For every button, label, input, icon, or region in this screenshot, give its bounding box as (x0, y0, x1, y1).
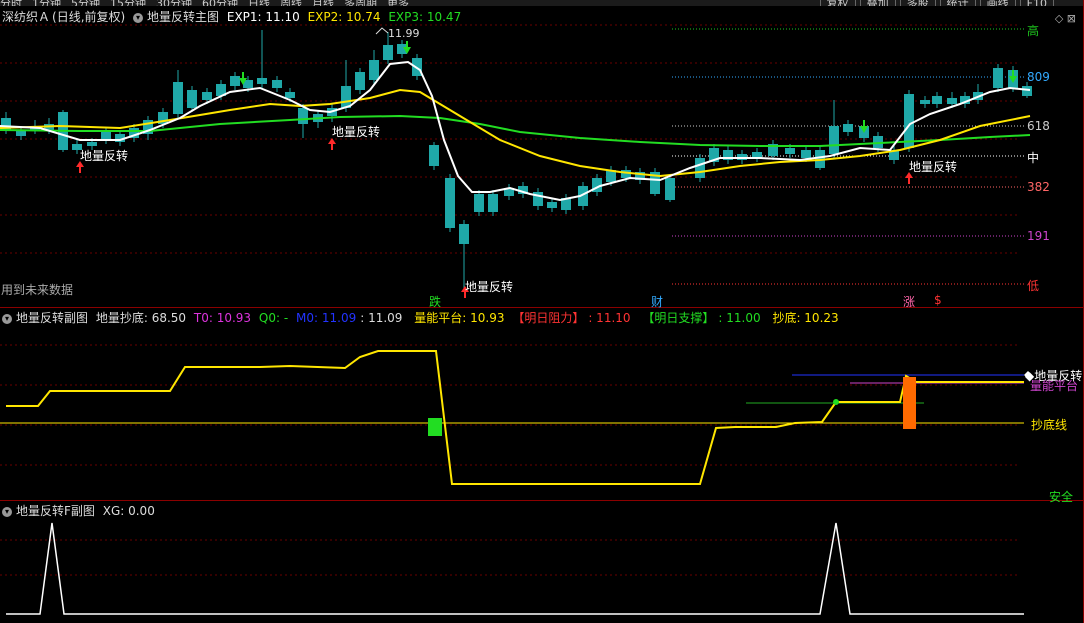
candle-body (843, 124, 853, 132)
fib-level-low: 低 (1027, 279, 1040, 293)
candle-body (904, 94, 914, 148)
fib-level-382: 382 (1027, 180, 1050, 194)
chart-window-controls[interactable]: ◇ ⊠ (1055, 12, 1076, 25)
ma-yellow-line (0, 88, 1031, 178)
platform-value: 量能平台: 10.93 (414, 311, 505, 325)
xg-line (6, 522, 1024, 615)
candle-body (920, 100, 930, 104)
candle-body (383, 45, 393, 60)
candle-body (429, 145, 439, 166)
bottom-value: 抄底: 10.23 (772, 311, 839, 325)
high-price-label: 11.99 (388, 27, 420, 40)
marker-zhang[interactable]: 涨 (903, 293, 915, 310)
signal-label: 地量反转 (80, 149, 129, 163)
high-price-pointer (375, 27, 389, 35)
signal-label: 地量反转 (465, 280, 514, 294)
candle-body (173, 82, 183, 114)
dlcd-line (6, 350, 1024, 485)
main-chart-header: 深纺织Ａ (日线,前复权) ▾ 地量反转主图 EXP1: 11.10 EXP2: 1… (2, 10, 465, 24)
candle-body (932, 96, 942, 104)
exp3-value: EXP3: 10.47 (388, 10, 462, 24)
candle-body (459, 224, 469, 244)
sub1-indicator-name[interactable]: 地量反转副图 (16, 311, 88, 325)
candle-body (947, 98, 957, 104)
candle-body (829, 126, 839, 154)
indicator-menu-icon[interactable]: ▾ (2, 506, 12, 517)
sub1-bottom-line-label: 抄底线 (1031, 418, 1068, 432)
candle-body (665, 178, 675, 200)
candle-body (87, 142, 97, 146)
candle-body (187, 90, 197, 108)
exp1-value: EXP1: 11.10 (226, 10, 300, 24)
fib-level-high: 高 (1027, 24, 1040, 38)
sub1-platform-label: 量能平台 (1030, 379, 1079, 393)
candle-body (488, 194, 498, 212)
future-data-note: 用到未来数据 (1, 283, 74, 297)
signal-label: 地量反转 (332, 125, 381, 139)
candle-body (695, 158, 705, 178)
candle-body (474, 194, 484, 212)
candle-body (801, 150, 811, 158)
support-value: 【明日支撑】: 11.00 (642, 311, 761, 325)
indicator-menu-icon[interactable]: ▾ (2, 313, 12, 324)
exp2-value: EXP2: 10.74 (307, 10, 381, 24)
candle-body (785, 148, 795, 154)
candle-body (285, 92, 295, 98)
candle-body (1022, 86, 1032, 96)
m0-value: M0: 11.09: 11.09 (296, 311, 403, 325)
marker-die[interactable]: 跌 (429, 293, 441, 310)
candle-body (445, 178, 455, 228)
fib-level-618: 618 (1027, 119, 1050, 133)
candle-body (272, 80, 282, 88)
t0-value: T0: 10.93 (193, 311, 252, 325)
candle-body (369, 60, 379, 80)
signal-label: 地量反转 (909, 160, 958, 174)
sub2-header: ▾ 地量反转F副图 XG: 0.00 (2, 504, 159, 518)
indicator-menu-icon[interactable]: ▾ (133, 12, 144, 23)
signal-bar-orange (903, 377, 916, 429)
sub1-header: ▾ 地量反转副图 地量抄底: 68.50 T0: 10.93 Q0: - M0: … (2, 311, 843, 325)
candle-body (230, 76, 240, 86)
candle-body (101, 132, 111, 140)
candle-body (257, 78, 267, 84)
marker-cai[interactable]: 财 (651, 293, 663, 310)
fib-level-809: 809 (1027, 70, 1050, 84)
stock-name[interactable]: 深纺织Ａ (2, 10, 50, 24)
candle-body (202, 92, 212, 100)
candle-body (341, 86, 351, 108)
candle-body (298, 108, 308, 124)
sub2-indicator-name[interactable]: 地量反转F副图 (16, 504, 95, 518)
xg-value: XG: 0.00 (102, 504, 155, 518)
resistance-value: 【明日阻力】: 11.10 (512, 311, 631, 325)
fib-level-191: 191 (1027, 229, 1050, 243)
marker-dollar[interactable]: $ (934, 293, 942, 307)
main-indicator-name[interactable]: 地量反转主图 (147, 10, 219, 24)
candle-body (993, 68, 1003, 88)
candle-body (621, 170, 631, 178)
fib-level-mid: 中 (1027, 151, 1040, 165)
q0-value: Q0: - (258, 311, 289, 325)
candle-body (355, 72, 365, 90)
candle-body (547, 202, 557, 208)
signal-dot (833, 399, 839, 405)
sub1-safe-label: 安全 (1049, 490, 1074, 504)
dlcd-value: 地量抄底: 68.50 (95, 311, 187, 325)
chart-mode: (日线,前复权) (52, 10, 126, 24)
signal-bar-green (428, 418, 442, 436)
